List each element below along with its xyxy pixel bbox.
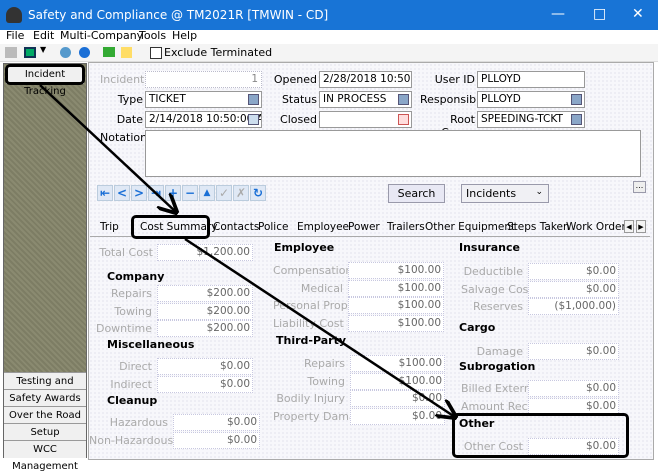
annotation-arrow-1: [39, 84, 176, 212]
annotation-arrows: [39, 84, 658, 461]
annotation-arrow-2: [184, 237, 455, 417]
